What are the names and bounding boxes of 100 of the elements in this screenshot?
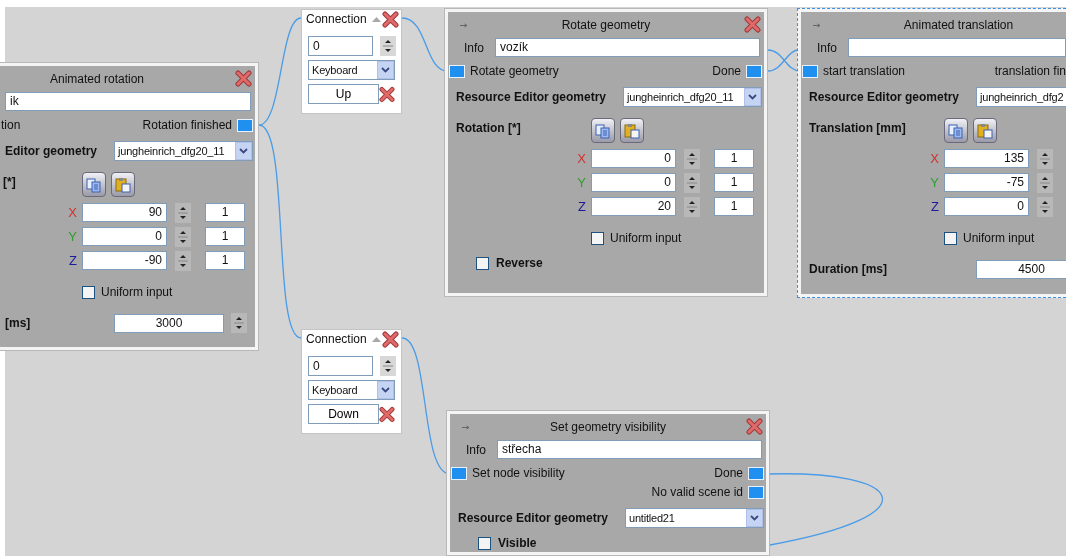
- port-label: translation fin: [994, 64, 1066, 78]
- chevron-down-icon: [235, 142, 252, 160]
- spin-button[interactable]: [1037, 196, 1053, 217]
- input-port[interactable]: [449, 64, 465, 78]
- section-label: Translation [mm]: [808, 120, 907, 137]
- paste-button[interactable]: [620, 118, 644, 143]
- dropdown[interactable]: jungheinrich_dfg20_11: [114, 141, 253, 161]
- input-port[interactable]: [451, 466, 467, 480]
- value-field[interactable]: 0: [82, 227, 167, 246]
- close-icon[interactable]: [382, 330, 399, 348]
- copy-button[interactable]: [944, 118, 968, 143]
- dropdown[interactable]: untitled21: [625, 508, 764, 528]
- spin-button[interactable]: [1037, 148, 1053, 169]
- input-port[interactable]: [802, 64, 818, 78]
- info-field[interactable]: ik: [5, 92, 251, 111]
- port-label: Rotation finished: [142, 118, 232, 132]
- value-field[interactable]: 0: [308, 356, 373, 376]
- dropdown[interactable]: Keyboard: [308, 60, 395, 80]
- spin-button[interactable]: [231, 313, 247, 333]
- spin-button[interactable]: [380, 36, 396, 56]
- paste-button[interactable]: [973, 118, 997, 143]
- node-title: Animated rotation: [49, 72, 145, 86]
- close-icon[interactable]: [746, 418, 763, 435]
- paste-button[interactable]: [111, 172, 135, 197]
- chevron-down-icon: [377, 381, 394, 399]
- axis-label: X: [577, 151, 586, 166]
- documents-icon: [86, 176, 102, 193]
- copy-button[interactable]: [82, 172, 106, 197]
- info-field[interactable]: vozík: [495, 38, 760, 57]
- spin-button[interactable]: [175, 250, 191, 271]
- spin-button[interactable]: [684, 172, 700, 193]
- node-panel[interactable]: Rotate geometry Info vozík Rotate geometry Done Resource Editor geometry jungheinrich_dfg20_11 Rotation [*] X 0 1 Y 0 1 Z 20 1 Uniform input Reverse: [444, 8, 768, 297]
- info-field[interactable]: [848, 38, 1066, 57]
- duration-field[interactable]: 3000: [114, 313, 224, 333]
- section-label: [*]: [2, 174, 17, 191]
- up-down-arrows-icon: [381, 37, 395, 55]
- copy-button[interactable]: [591, 118, 615, 143]
- value-field[interactable]: 0: [591, 149, 676, 168]
- value-field[interactable]: 0: [591, 173, 676, 192]
- value-field[interactable]: -90: [82, 251, 167, 270]
- spin-button[interactable]: [684, 196, 700, 217]
- checkbox[interactable]: [478, 536, 491, 550]
- step-field[interactable]: 1: [205, 251, 245, 270]
- field-label: Editor geometry: [4, 144, 98, 158]
- delete-icon[interactable]: [379, 85, 395, 103]
- value-field[interactable]: 90: [82, 203, 167, 222]
- step-field[interactable]: 1: [714, 149, 754, 168]
- checkbox[interactable]: [476, 256, 489, 270]
- value-field[interactable]: 20: [591, 197, 676, 216]
- clipboard-icon: [624, 122, 640, 139]
- checkbox[interactable]: [82, 285, 95, 299]
- close-icon[interactable]: [382, 10, 399, 28]
- delete-icon[interactable]: [379, 405, 395, 423]
- checkbox-label: Uniform input: [101, 285, 173, 299]
- spin-button[interactable]: [380, 356, 396, 376]
- spin-button[interactable]: [684, 148, 700, 169]
- connection-node[interactable]: Connection 0 Keyboard Down: [301, 329, 402, 434]
- output-port[interactable]: [237, 118, 253, 132]
- value-field[interactable]: 0: [944, 197, 1029, 216]
- checkbox-label: Uniform input: [610, 231, 682, 245]
- step-field[interactable]: 1: [714, 197, 754, 216]
- spin-button[interactable]: [1037, 172, 1053, 193]
- axis-label: Y: [930, 175, 939, 190]
- spin-button[interactable]: [175, 226, 191, 247]
- node-panel[interactable]: Animated translation Info start translation translation fin Resource Editor geometry jungheinrich_dfg2 Translation [mm] X 135 Y -75 Z 0 Uniform input Duration [ms] 4500: [797, 8, 1066, 298]
- duration-field[interactable]: 4500: [976, 259, 1066, 279]
- node-title: Animated translation: [903, 18, 1014, 32]
- key-button[interactable]: Down: [308, 404, 379, 424]
- node-title: Connection: [306, 332, 367, 346]
- value-field[interactable]: 0: [308, 36, 373, 56]
- node-panel[interactable]: Set geometry visibility Info střecha Set node visibility Done No valid scene id Resource Editor geometry untitled21 Visible: [446, 410, 770, 556]
- arrow-icon: [813, 23, 821, 28]
- dropdown[interactable]: jungheinrich_dfg2: [976, 87, 1066, 107]
- key-button[interactable]: Up: [308, 84, 379, 104]
- axis-label: Z: [578, 199, 586, 214]
- output-port[interactable]: [748, 485, 764, 499]
- dropdown[interactable]: Keyboard: [308, 380, 395, 400]
- arrow-icon: [462, 425, 470, 430]
- value-field[interactable]: 135: [944, 149, 1029, 168]
- node-panel[interactable]: Animated rotation ik tion Rotation finished Editor geometry jungheinrich_dfg20_11 [*] X 90 1 Y 0 1 Z -90 1 Uniform input [ms] 3000: [0, 62, 259, 351]
- up-down-arrows-icon: [232, 314, 246, 332]
- spin-button[interactable]: [175, 202, 191, 223]
- info-label: Info: [466, 442, 486, 457]
- checkbox[interactable]: [944, 231, 957, 245]
- close-icon[interactable]: [235, 70, 252, 87]
- output-port[interactable]: [746, 64, 762, 78]
- checkbox[interactable]: [591, 231, 604, 245]
- connection-node[interactable]: Connection 0 Keyboard Up: [301, 9, 402, 114]
- field-label: Duration [ms]: [808, 262, 888, 276]
- info-field[interactable]: střecha: [497, 440, 762, 459]
- step-field[interactable]: 1: [714, 173, 754, 192]
- close-icon[interactable]: [744, 16, 761, 33]
- info-label: Info: [817, 40, 837, 55]
- dropdown[interactable]: jungheinrich_dfg20_11: [623, 87, 762, 107]
- step-field[interactable]: 1: [205, 227, 245, 246]
- value-field[interactable]: -75: [944, 173, 1029, 192]
- port-label: No valid scene id: [651, 485, 743, 499]
- step-field[interactable]: 1: [205, 203, 245, 222]
- output-port[interactable]: [748, 466, 764, 480]
- port-label: Done: [714, 466, 743, 480]
